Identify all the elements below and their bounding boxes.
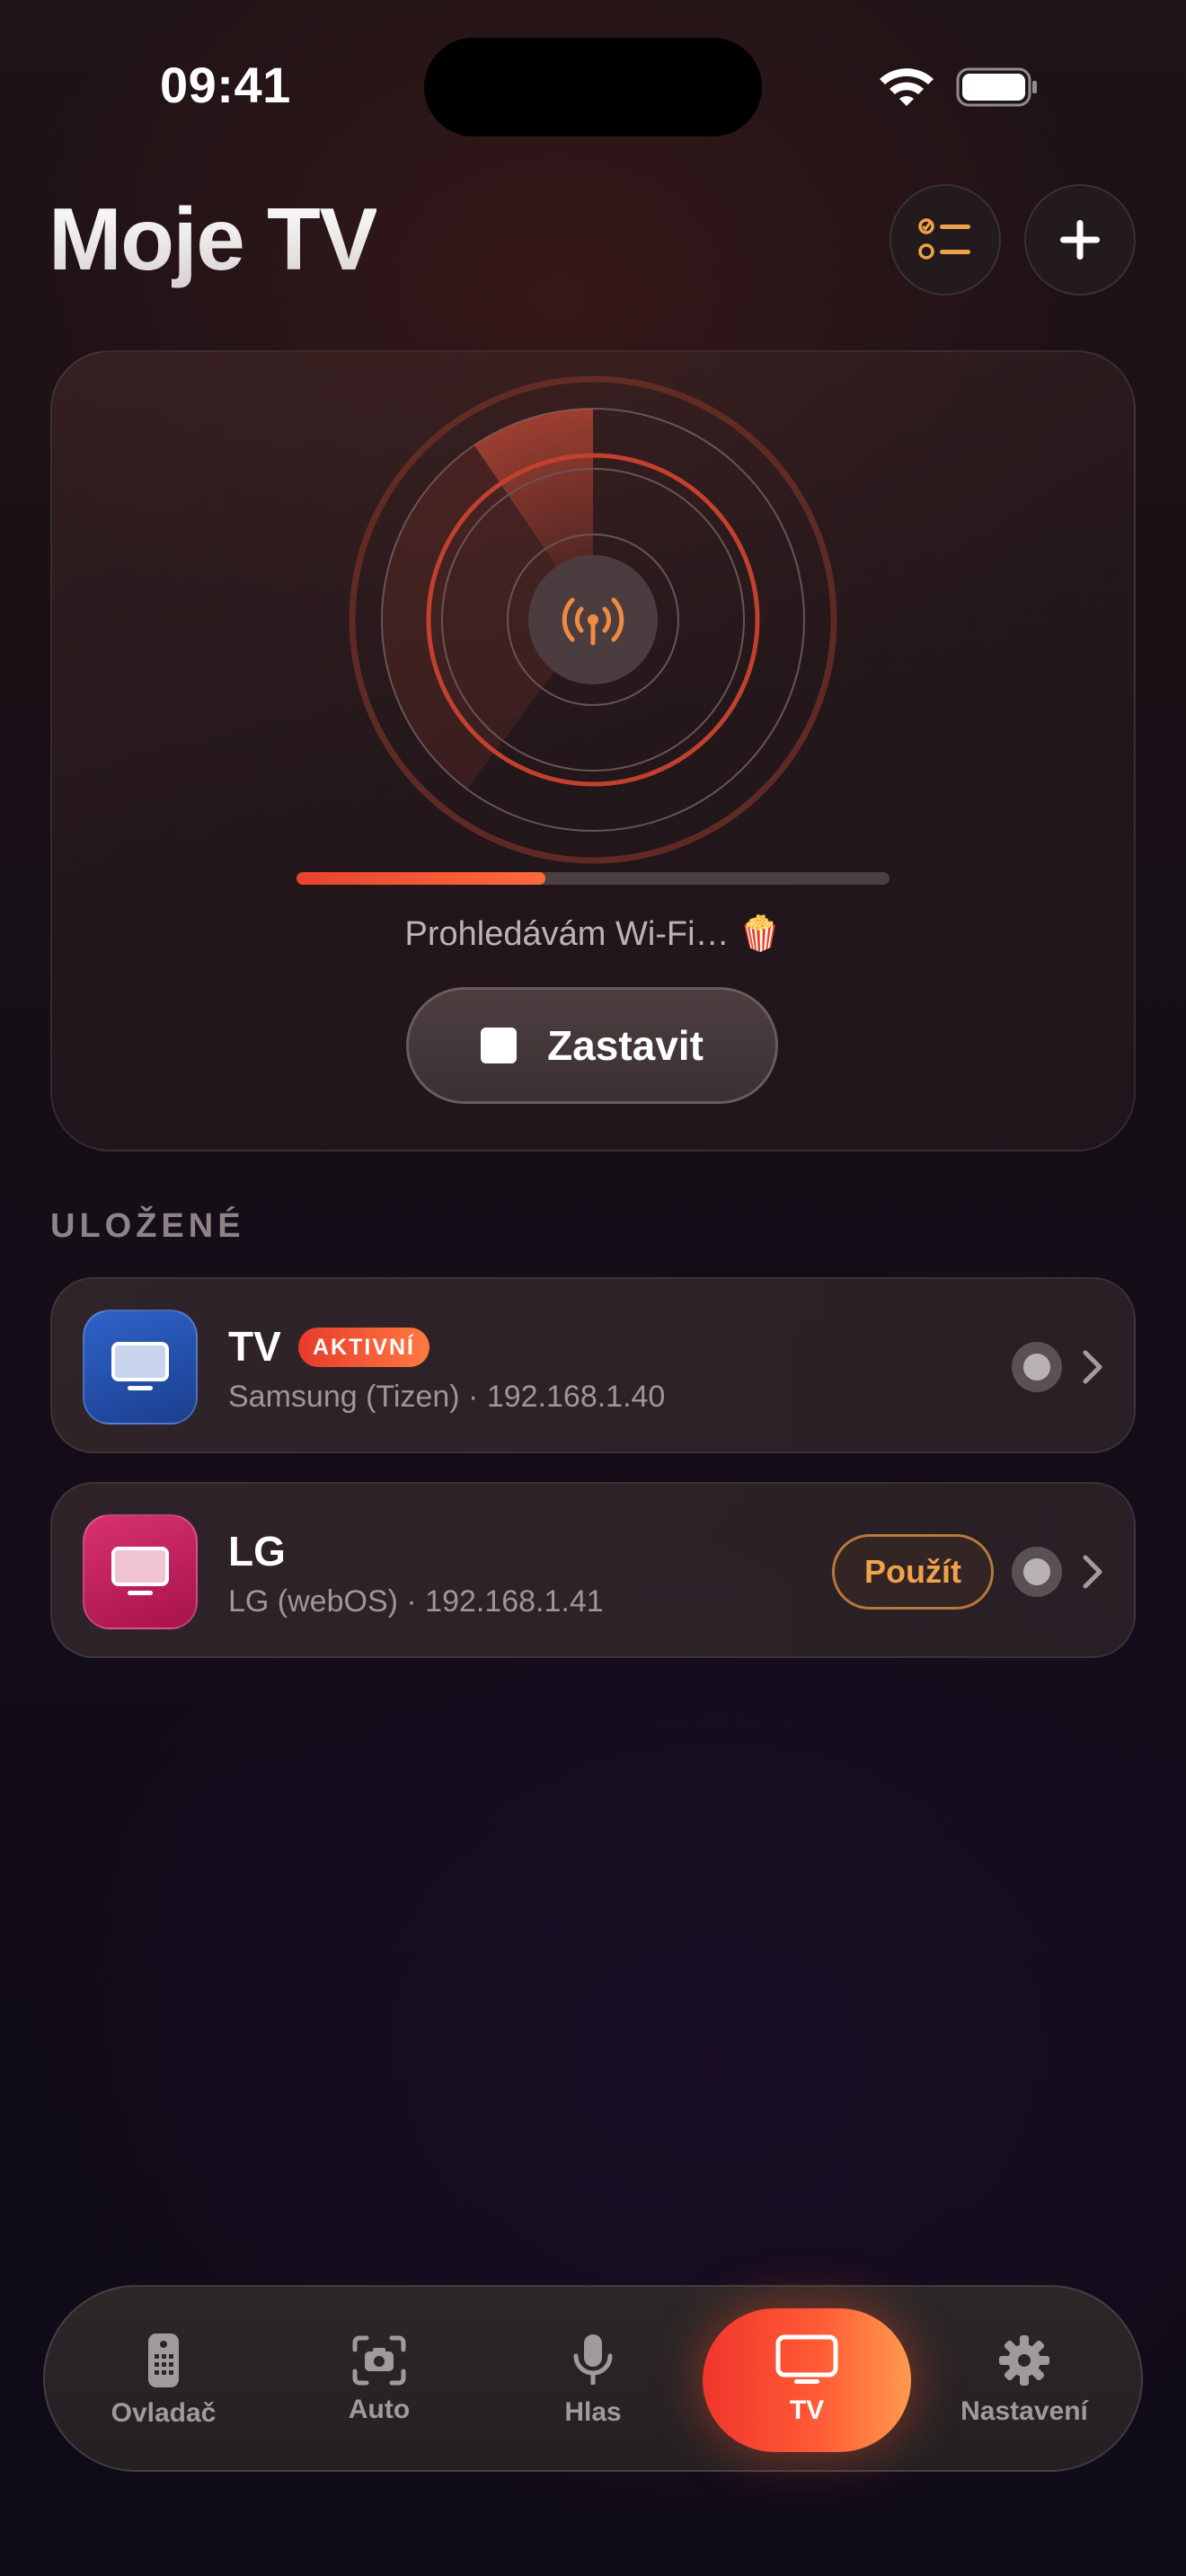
- page-title: Moje TV: [49, 190, 378, 288]
- device-subtitle: Samsung (Tizen) · 192.168.1.40: [228, 1380, 666, 1414]
- tab-settings[interactable]: Nastavení: [925, 2287, 1123, 2474]
- gear-icon: [999, 2335, 1049, 2386]
- select-radio[interactable]: [1012, 1547, 1062, 1597]
- plus-icon: [1060, 220, 1100, 260]
- chevron-right-icon[interactable]: [1082, 1349, 1103, 1385]
- tab-auto[interactable]: Auto: [280, 2287, 478, 2474]
- saved-device-lg[interactable]: LG LG (webOS) · 192.168.1.41 Použít: [50, 1482, 1136, 1658]
- tv-icon: [111, 1547, 169, 1595]
- scan-progress-fill: [296, 872, 546, 885]
- tab-label: TV: [789, 2395, 825, 2425]
- tab-tv[interactable]: TV: [703, 2308, 911, 2452]
- stop-scan-label: Zastavit: [547, 1022, 704, 1069]
- use-device-button[interactable]: Použít: [832, 1534, 994, 1610]
- tab-label: Auto: [348, 2395, 411, 2424]
- checklist-button[interactable]: [890, 184, 1001, 296]
- radar-scanner: [349, 375, 837, 864]
- checklist-icon: [918, 218, 970, 260]
- device-name: TV: [228, 1323, 281, 1370]
- tab-label: Nastavení: [960, 2396, 1088, 2426]
- wifi-icon: [880, 68, 934, 106]
- device-subtitle: LG (webOS) · 192.168.1.41: [228, 1584, 604, 1619]
- scan-progress-bar: [296, 872, 890, 885]
- add-tv-button[interactable]: [1024, 184, 1136, 296]
- remote-icon: [148, 2333, 179, 2387]
- dynamic-island: [424, 38, 762, 137]
- saved-section-title: ULOŽENÉ: [50, 1207, 245, 1245]
- stop-scan-button[interactable]: Zastavit: [406, 987, 778, 1104]
- tv-icon: [775, 2334, 838, 2384]
- chevron-right-icon[interactable]: [1082, 1554, 1103, 1590]
- saved-device-tv[interactable]: TV AKTIVNÍ Samsung (Tizen) · 192.168.1.4…: [50, 1277, 1136, 1453]
- stop-icon: [481, 1028, 518, 1063]
- status-time: 09:41: [160, 57, 291, 113]
- tv-icon: [111, 1342, 169, 1390]
- select-radio[interactable]: [1012, 1342, 1062, 1392]
- tab-remote[interactable]: Ovladač: [65, 2287, 262, 2474]
- camera-icon: [352, 2335, 406, 2386]
- tv-device-icon: [83, 1310, 198, 1425]
- tab-label: Hlas: [564, 2397, 622, 2427]
- tab-voice[interactable]: Hlas: [494, 2287, 692, 2474]
- active-badge: AKTIVNÍ: [298, 1328, 429, 1367]
- battery-icon: [956, 67, 1037, 107]
- tv-device-icon: [83, 1514, 198, 1629]
- tab-bar: Ovladač Auto Hlas TV Nastavení: [43, 2285, 1143, 2472]
- microphone-icon: [573, 2334, 613, 2385]
- scan-status-text: Prohledávám Wi-Fi… 🍿: [404, 915, 782, 953]
- device-name: LG: [228, 1528, 286, 1575]
- tab-label: Ovladač: [111, 2398, 217, 2428]
